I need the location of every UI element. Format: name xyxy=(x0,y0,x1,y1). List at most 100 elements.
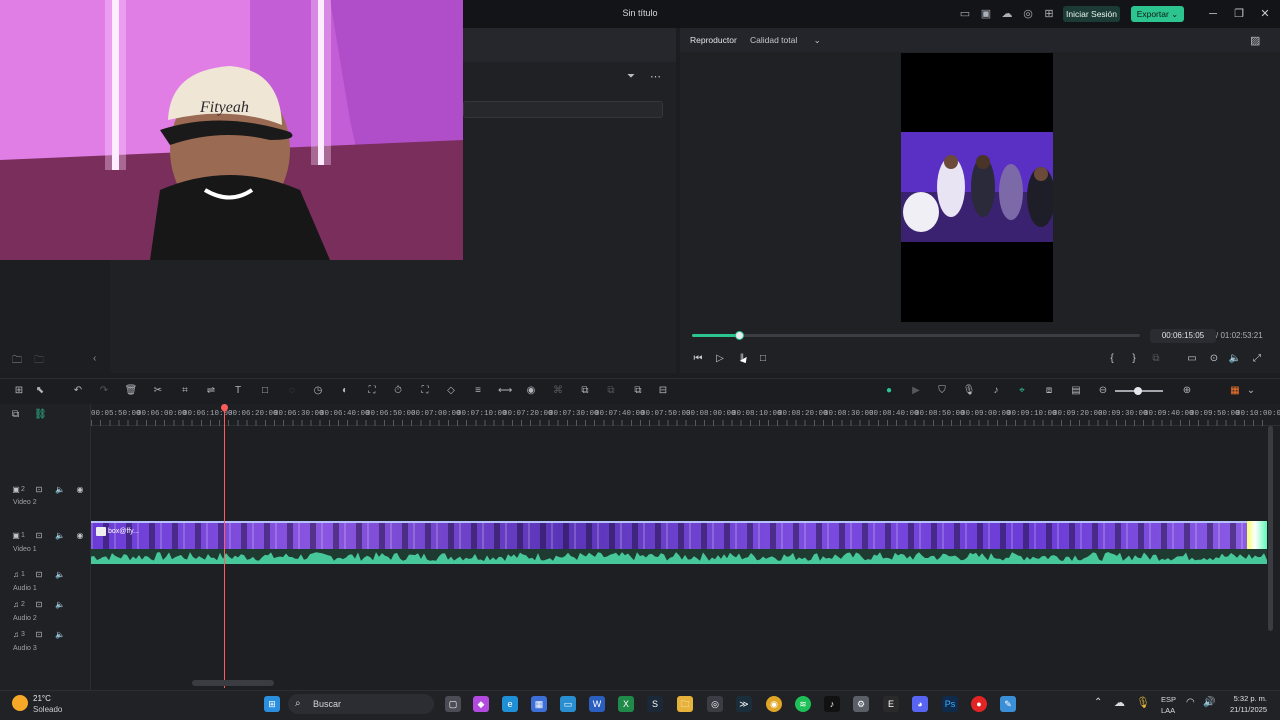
zoom-in-icon[interactable]: ⊕ xyxy=(1180,384,1194,398)
epic-icon[interactable]: E xyxy=(883,696,899,712)
desktop-icon[interactable]: ▭ xyxy=(560,696,576,712)
obs-icon[interactable]: ◎ xyxy=(707,696,723,712)
shield-icon[interactable]: ⛉ xyxy=(935,384,949,398)
audio-tool-icon[interactable]: ◉ xyxy=(524,384,538,398)
scrub-track[interactable] xyxy=(692,334,1140,337)
playhead[interactable] xyxy=(224,408,225,688)
zoom-handle[interactable] xyxy=(1134,387,1142,395)
tray-chevron-icon[interactable]: ⌃ xyxy=(1094,697,1102,708)
weather-temp[interactable]: 21°C xyxy=(33,694,51,703)
windows-start-icon[interactable]: ⊞ xyxy=(264,696,280,712)
speed-icon[interactable]: ◷ xyxy=(311,384,325,398)
weather-condition[interactable]: Soleado xyxy=(33,705,62,714)
zoom-area-icon[interactable]: ⛶ xyxy=(418,384,432,398)
horizontal-scrollbar[interactable] xyxy=(192,680,274,686)
fullscreen-icon[interactable]: ⤢ xyxy=(1250,352,1264,366)
export-button[interactable]: Exportar ⌄ xyxy=(1131,6,1184,22)
lock-icon[interactable]: ⊡ xyxy=(33,484,45,496)
layout-icon[interactable]: ▭ xyxy=(957,6,973,22)
pip-icon[interactable]: ⧈ xyxy=(1042,384,1056,398)
cut-icon[interactable]: ✂ xyxy=(151,384,165,398)
volume-tray-icon[interactable]: 🔊 xyxy=(1203,697,1215,708)
excel-icon[interactable]: X xyxy=(618,696,634,712)
speaker-icon[interactable]: 🔈 xyxy=(54,629,66,641)
filmora-icon[interactable]: ≫ xyxy=(736,696,752,712)
text-icon[interactable]: T xyxy=(231,384,245,398)
save-icon[interactable]: ▣ xyxy=(978,6,994,22)
cloud-icon[interactable]: ☁ xyxy=(999,6,1015,22)
store-icon[interactable]: ▦ xyxy=(531,696,547,712)
ai-icon[interactable]: ⧉ xyxy=(578,384,592,398)
split-icon[interactable]: ⟷ xyxy=(498,384,512,398)
vertical-scrollbar[interactable] xyxy=(1268,426,1273,631)
media-search-input[interactable] xyxy=(463,101,663,118)
maximize-icon[interactable]: ❐ xyxy=(1231,6,1247,22)
new-folder-icon[interactable]: 🗀 xyxy=(12,353,22,370)
lock-icon[interactable]: ⊡ xyxy=(33,569,45,581)
effect-icon[interactable]: ◇ xyxy=(444,384,458,398)
caption-icon[interactable]: ▤ xyxy=(1069,384,1083,398)
select-tool-icon[interactable]: ⬉ xyxy=(33,384,47,398)
volume-icon[interactable]: 🔈 xyxy=(1228,352,1242,366)
display-icon[interactable]: ▭ xyxy=(1185,352,1199,366)
crop-icon[interactable]: ⌗ xyxy=(178,384,192,398)
prev-frame-icon[interactable]: ⏮ xyxy=(691,352,705,366)
timer-icon[interactable]: ⏱ xyxy=(391,384,405,398)
apps-icon[interactable]: ⊞ xyxy=(1041,6,1057,22)
adjust-icon[interactable]: ≡ xyxy=(471,384,485,398)
clock-time[interactable]: 5:32 p. m. xyxy=(1222,694,1267,703)
mic-icon[interactable]: 🎙 xyxy=(962,384,976,398)
layout-grid-icon[interactable]: ⊞ xyxy=(12,384,26,398)
collapse-icon[interactable]: ‹ xyxy=(93,353,96,364)
undo-icon[interactable]: ↶ xyxy=(71,384,85,398)
video-clip[interactable] xyxy=(91,521,1267,549)
audio-meter-icon[interactable]: ▦ xyxy=(1228,384,1242,398)
chrome-icon[interactable]: ◉ xyxy=(766,696,782,712)
render-icon[interactable]: ● xyxy=(882,384,896,398)
keyboard-layout[interactable]: LAA xyxy=(1161,706,1175,715)
play-icon[interactable]: ▷ xyxy=(713,352,727,366)
wifi-icon[interactable]: ◠ xyxy=(1186,697,1195,708)
color-icon[interactable]: ◐ xyxy=(338,384,352,398)
mic-tray-icon[interactable]: 🎙 xyxy=(1136,696,1150,709)
word-icon[interactable]: W xyxy=(589,696,605,712)
lock-icon[interactable]: ⊡ xyxy=(33,530,45,542)
chevron-down-icon[interactable]: ⌄ xyxy=(1244,384,1258,398)
support-icon[interactable]: ◎ xyxy=(1020,6,1036,22)
mark-out-icon[interactable]: } xyxy=(1127,352,1141,366)
photoshop-icon[interactable]: Ps xyxy=(942,696,958,712)
discord-icon[interactable]: ◕ xyxy=(912,696,928,712)
mark-in-icon[interactable]: { xyxy=(1105,352,1119,366)
speaker-icon[interactable]: 🔈 xyxy=(54,484,66,496)
onedrive-icon[interactable]: ☁ xyxy=(1114,696,1125,709)
speaker-icon[interactable]: 🔈 xyxy=(54,599,66,611)
steam-icon[interactable]: S xyxy=(647,696,663,712)
eye-icon[interactable]: ◉ xyxy=(74,530,86,542)
add-track-icon[interactable]: ⧉ xyxy=(12,409,19,420)
quality-dropdown[interactable]: Calidad total ⌄ xyxy=(750,35,821,46)
delete-icon[interactable]: 🗑 xyxy=(124,384,138,398)
transition-icon[interactable]: ⇌ xyxy=(204,384,218,398)
current-time[interactable]: 00:06:15:05 xyxy=(1150,329,1216,343)
lock-icon[interactable]: ⊡ xyxy=(33,599,45,611)
audio-ai-icon[interactable]: ♪ xyxy=(989,384,1003,398)
speaker-icon[interactable]: 🔈 xyxy=(54,569,66,581)
shape-icon[interactable]: □ xyxy=(258,384,272,398)
tiktok-icon[interactable]: ♪ xyxy=(824,696,840,712)
copilot-icon[interactable]: ◆ xyxy=(473,696,489,712)
taskbar-search[interactable] xyxy=(288,694,434,714)
camera-icon[interactable]: ⊙ xyxy=(1207,352,1221,366)
more-icon[interactable]: ⋯ xyxy=(650,70,661,83)
snap-icon[interactable]: ⌖ xyxy=(1015,384,1029,398)
login-button[interactable]: Iniciar Sesión xyxy=(1063,6,1120,22)
scrub-handle[interactable] xyxy=(735,331,744,340)
lock-icon[interactable]: ⊡ xyxy=(33,629,45,641)
spotify-icon[interactable]: ≋ xyxy=(795,696,811,712)
zoom-out-icon[interactable]: ⊖ xyxy=(1096,384,1110,398)
settings-icon[interactable]: ⚙ xyxy=(853,696,869,712)
language-code[interactable]: ESP xyxy=(1161,695,1176,704)
filter-icon[interactable]: ⏷ xyxy=(627,71,635,82)
explorer-icon[interactable]: 🗀 xyxy=(677,696,693,712)
close-icon[interactable]: ✕ xyxy=(1257,6,1273,22)
eye-icon[interactable]: ◉ xyxy=(74,484,86,496)
